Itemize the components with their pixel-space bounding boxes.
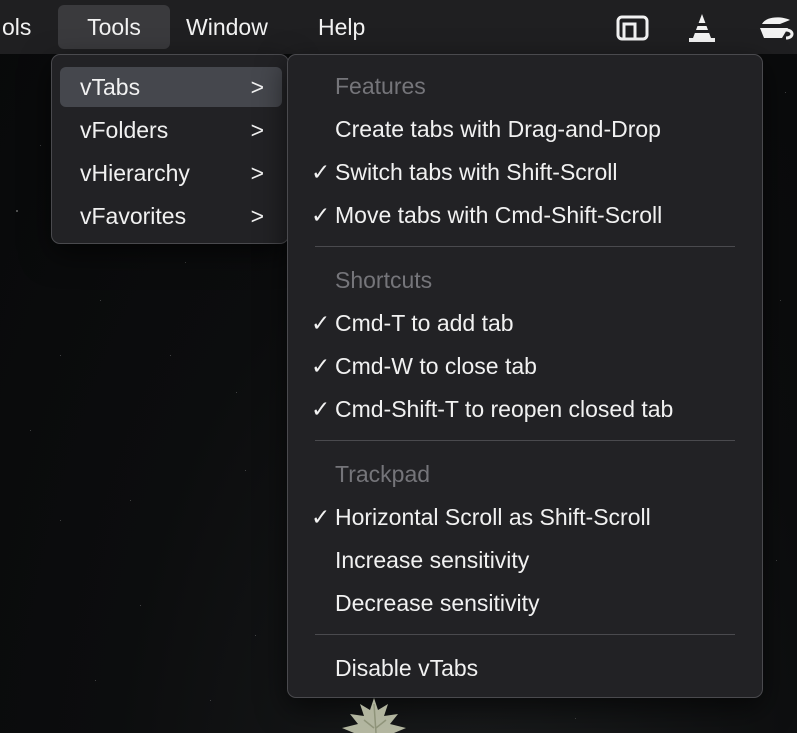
menu-item-cmd-w-close-tab[interactable]: ✓ Cmd-W to close tab <box>296 346 756 386</box>
menu-item-horizontal-scroll-shift-scroll[interactable]: ✓ Horizontal Scroll as Shift-Scroll <box>296 497 756 537</box>
menu-item-vfolders[interactable]: vFolders > <box>60 110 282 150</box>
menu-item-label: Cmd-Shift-T to reopen closed tab <box>335 396 674 422</box>
menu-item-label: Create tabs with Drag-and-Drop <box>335 116 661 142</box>
menu-item-vhierarchy[interactable]: vHierarchy > <box>60 153 282 193</box>
menu-item-vtabs[interactable]: vTabs > <box>60 67 282 107</box>
checkmark-icon: ✓ <box>311 396 331 422</box>
menu-item-label: Decrease sensitivity <box>335 590 540 616</box>
section-header-shortcuts: Shortcuts <box>335 267 433 293</box>
checkmark-icon: ✓ <box>311 202 331 228</box>
menu-item-increase-sensitivity[interactable]: Increase sensitivity <box>296 540 756 580</box>
menu-item-label: Cmd-T to add tab <box>335 310 514 336</box>
menu-item-move-tabs-cmd-shift-scroll[interactable]: ✓ Move tabs with Cmd-Shift-Scroll <box>296 195 756 235</box>
checkmark-icon: ✓ <box>311 159 331 185</box>
menu-item-label: Increase sensitivity <box>335 547 530 573</box>
menu-item-label: Horizontal Scroll as Shift-Scroll <box>335 504 651 530</box>
menu-separator <box>315 440 735 441</box>
tools-menu: vTabs > vFolders > vHierarchy > vFavorit… <box>51 54 289 244</box>
vlc-cone-icon[interactable] <box>686 12 718 44</box>
menubar-item-help[interactable]: Help <box>318 0 365 54</box>
menu-item-label: Move tabs with Cmd-Shift-Scroll <box>335 202 663 228</box>
menubar-item-tools[interactable]: Tools <box>58 5 170 49</box>
menu-item-label: Disable vTabs <box>335 655 479 681</box>
menu-item-decrease-sensitivity[interactable]: Decrease sensitivity <box>296 583 756 623</box>
menu-item-label: vHierarchy <box>80 160 190 186</box>
section-header-features: Features <box>335 73 426 99</box>
menu-item-cmd-shift-t-reopen-tab[interactable]: ✓ Cmd-Shift-T to reopen closed tab <box>296 389 756 429</box>
app-logo-icon[interactable] <box>758 14 797 42</box>
plant-decoration-icon <box>342 698 406 733</box>
menu-item-switch-tabs-shift-scroll[interactable]: ✓ Switch tabs with Shift-Scroll <box>296 152 756 192</box>
menu-bar: ols Tools Window Help <box>0 0 797 54</box>
menu-item-create-tabs-drag-drop[interactable]: Create tabs with Drag-and-Drop <box>296 109 756 149</box>
menubar-item-window[interactable]: Window <box>186 0 268 54</box>
menu-item-label: vFolders <box>80 117 169 143</box>
menu-item-label: vFavorites <box>80 203 187 229</box>
chevron-right-icon: > <box>250 74 264 100</box>
chevron-right-icon: > <box>250 203 264 229</box>
checkmark-icon: ✓ <box>311 504 331 530</box>
cast-icon[interactable] <box>615 14 651 42</box>
chevron-right-icon: > <box>250 117 264 143</box>
menu-item-cmd-t-add-tab[interactable]: ✓ Cmd-T to add tab <box>296 303 756 343</box>
menu-item-label: Switch tabs with Shift-Scroll <box>335 159 618 185</box>
menu-separator <box>315 634 735 635</box>
menu-item-label: vTabs <box>80 74 141 100</box>
checkmark-icon: ✓ <box>311 353 331 379</box>
vtabs-submenu: Features Create tabs with Drag-and-Drop … <box>287 54 763 698</box>
section-header-trackpad: Trackpad <box>335 461 431 487</box>
menu-item-disable-vtabs[interactable]: Disable vTabs <box>296 648 756 688</box>
menubar-item-tools-truncated[interactable]: ols <box>2 0 31 54</box>
menu-item-label: Cmd-W to close tab <box>335 353 537 379</box>
chevron-right-icon: > <box>250 160 264 186</box>
menu-item-vfavorites[interactable]: vFavorites > <box>60 196 282 236</box>
menu-separator <box>315 246 735 247</box>
checkmark-icon: ✓ <box>311 310 331 336</box>
